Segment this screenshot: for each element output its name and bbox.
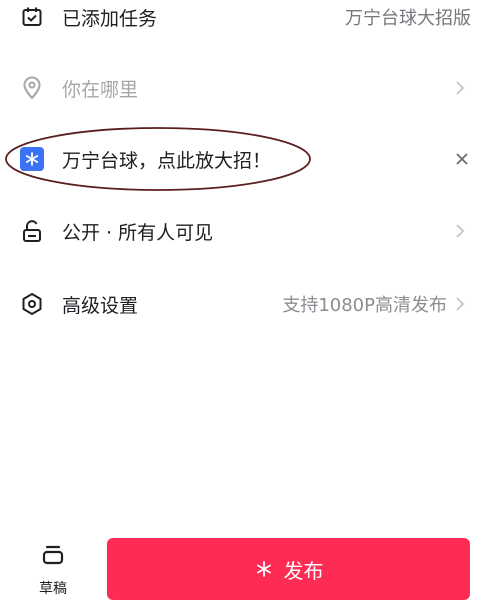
advanced-value: 支持1080P高清发布	[282, 295, 447, 316]
bottom-bar: 草稿 发布	[0, 528, 483, 614]
drafts-button[interactable]: 草稿	[30, 542, 76, 604]
publish-button[interactable]: 发布	[107, 538, 470, 600]
location-row[interactable]: 你在哪里	[0, 70, 483, 106]
promo-label: 万宁台球，点此放大招！	[62, 149, 272, 172]
advanced-label: 高级设置	[62, 294, 139, 317]
visibility-row[interactable]: 公开 · 所有人可见	[0, 213, 483, 249]
promo-row[interactable]: 万宁台球，点此放大招！	[0, 140, 483, 178]
location-pin-icon	[20, 76, 44, 100]
calendar-check-icon	[20, 5, 44, 29]
drafts-label: 草稿	[39, 581, 67, 597]
close-icon[interactable]	[453, 150, 471, 168]
task-value: 万宁台球大招版	[345, 8, 471, 29]
chevron-right-icon	[453, 221, 467, 241]
location-label: 你在哪里	[62, 78, 139, 101]
chevron-right-icon	[453, 294, 467, 314]
sparkle-icon	[254, 559, 274, 579]
sparkle-badge-icon	[20, 147, 44, 171]
drafts-icon	[40, 542, 66, 568]
task-row[interactable]: 已添加任务 万宁台球大招版	[0, 0, 483, 34]
publish-label: 发布	[283, 558, 324, 583]
unlock-icon	[20, 219, 44, 243]
hexagon-settings-icon	[20, 292, 44, 316]
chevron-right-icon	[453, 78, 467, 98]
task-label: 已添加任务	[62, 7, 158, 30]
advanced-settings-row[interactable]: 高级设置 支持1080P高清发布	[0, 285, 483, 323]
visibility-label: 公开 · 所有人可见	[62, 221, 214, 244]
